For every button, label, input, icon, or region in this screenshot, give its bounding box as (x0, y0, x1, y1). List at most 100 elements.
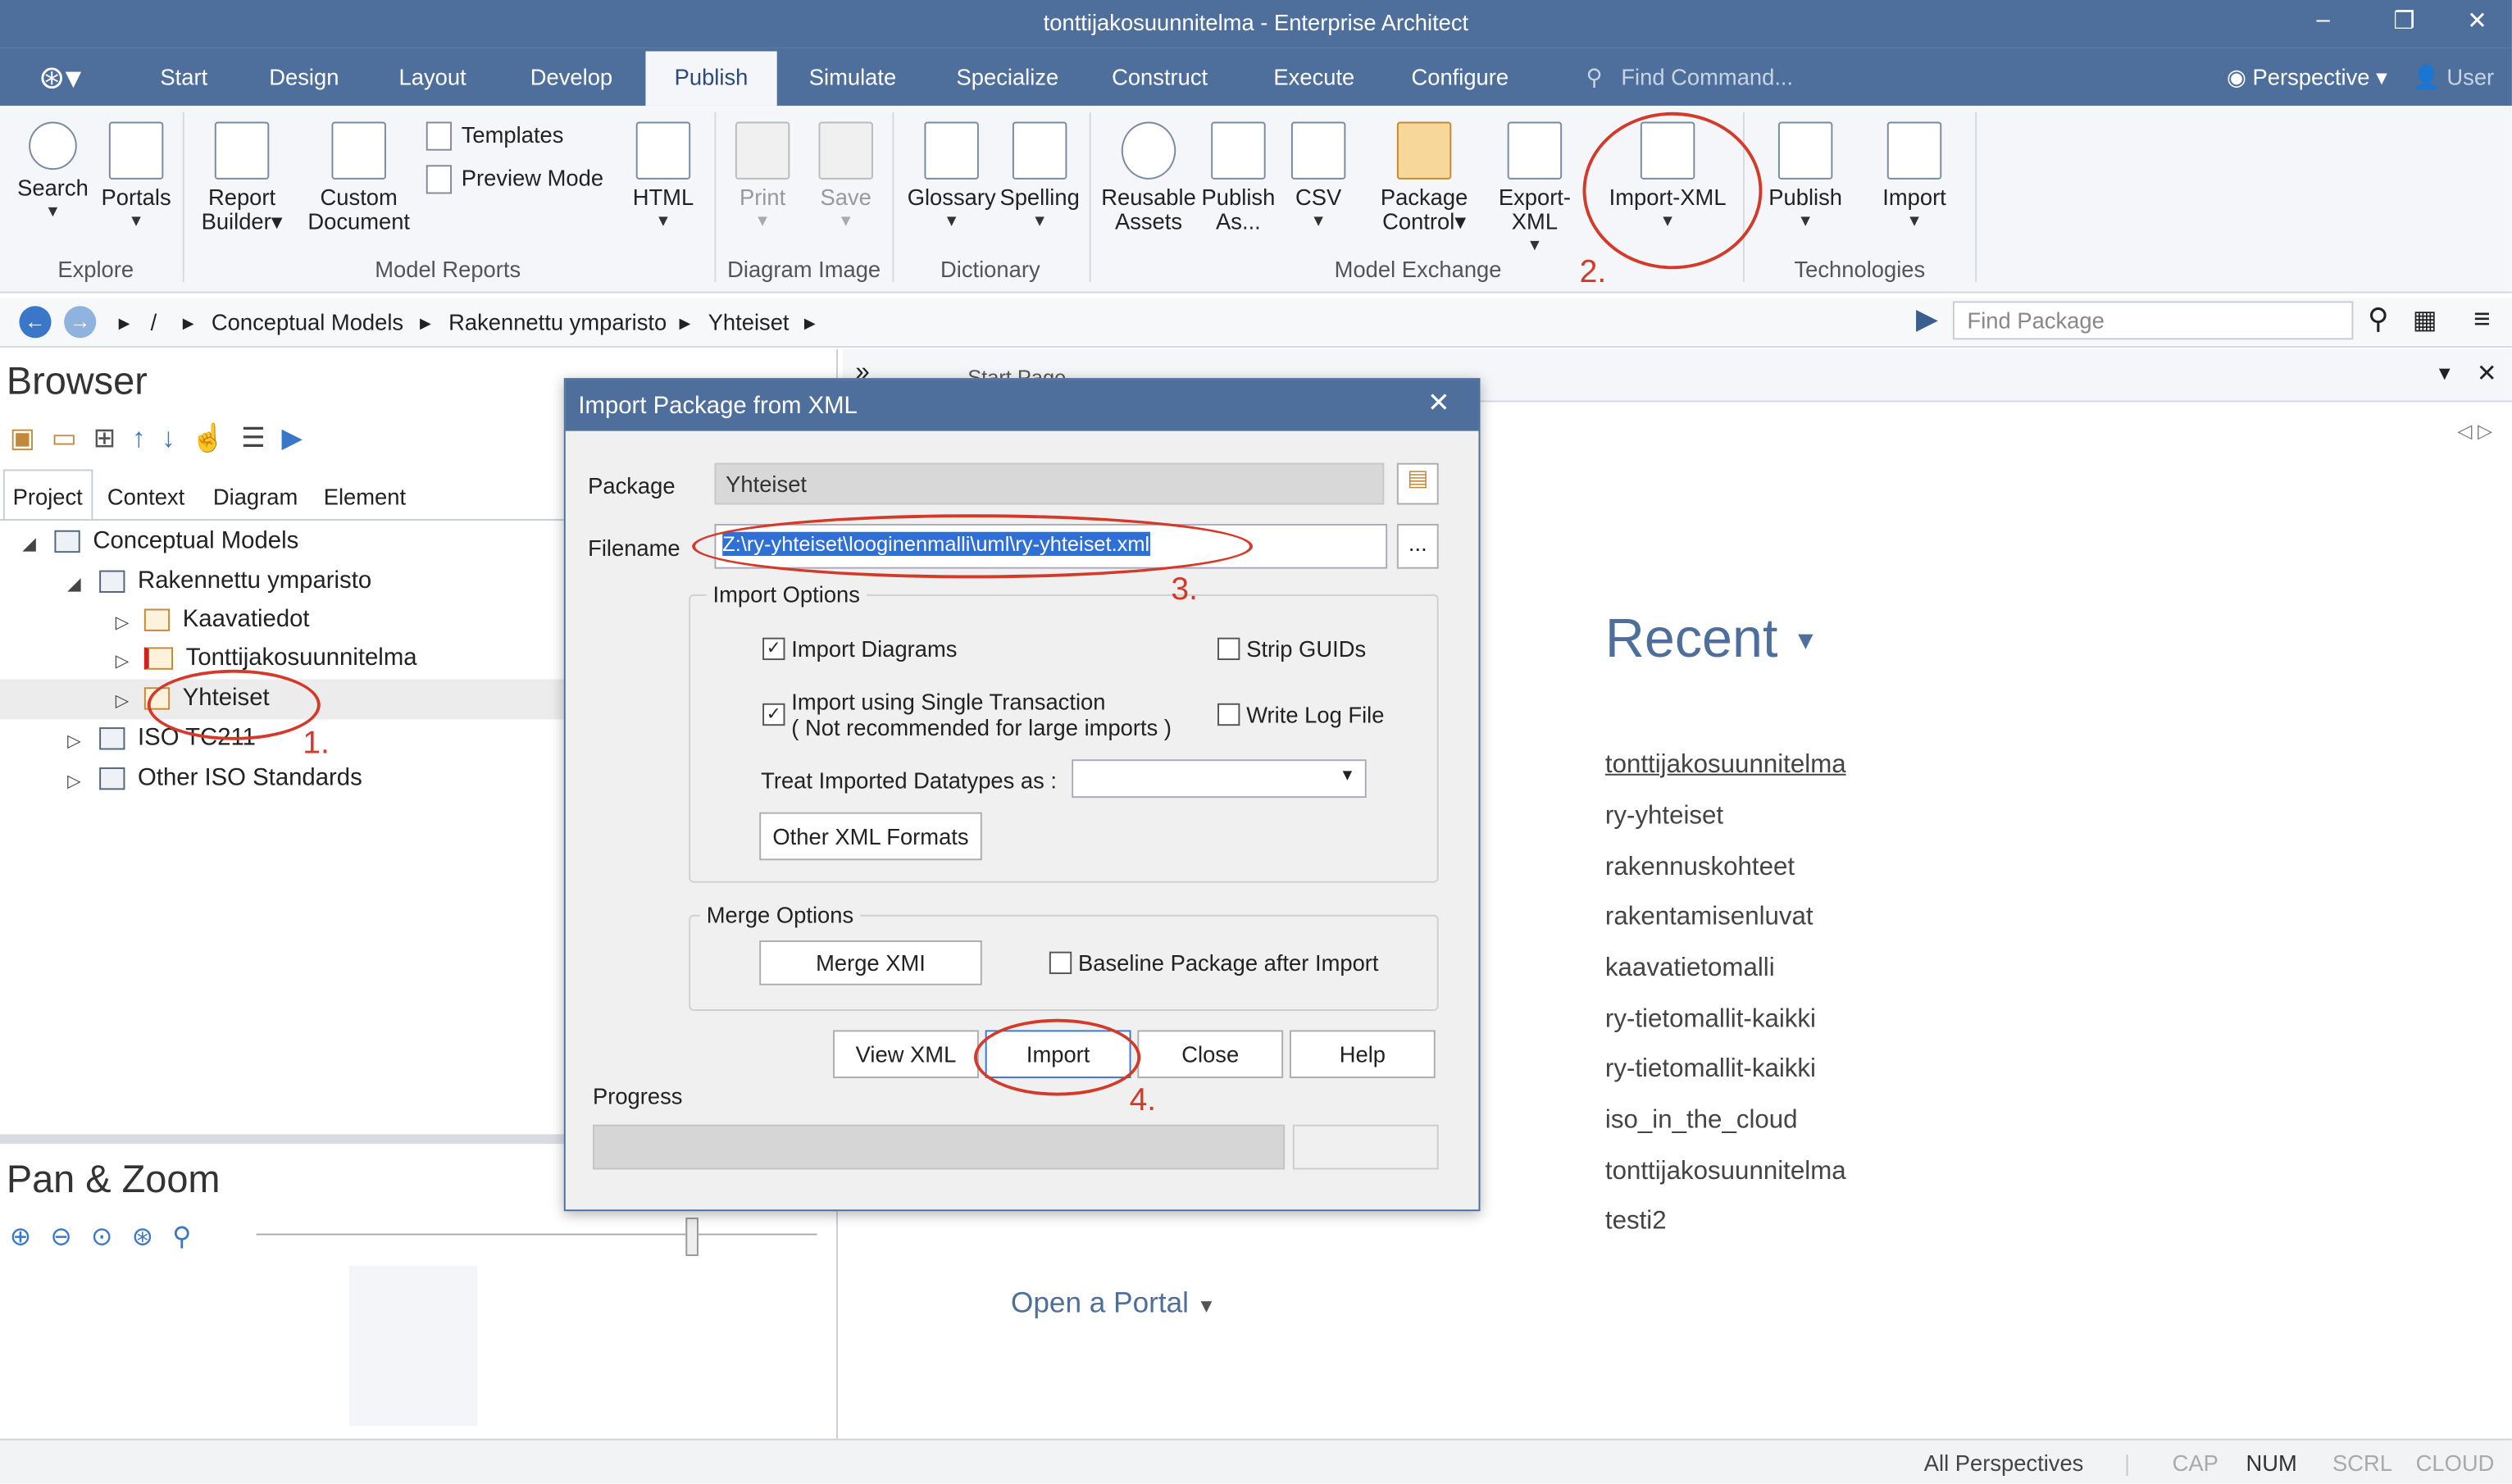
print-button[interactable]: Print ▼ (730, 121, 794, 234)
back-icon[interactable]: ← (19, 306, 52, 339)
report-builder-button[interactable]: Report Builder▾ (195, 121, 288, 234)
breadcrumb-root[interactable]: / (151, 309, 157, 335)
tree-node-conceptual-models[interactable]: Conceptual Models (54, 527, 298, 554)
expand-icon[interactable]: ▷ (67, 771, 81, 791)
tab-simulate[interactable]: Simulate (809, 64, 896, 89)
save-image-button[interactable]: Save ▼ (814, 121, 878, 234)
reusable-assets-button[interactable]: Reusable Assets (1099, 121, 1198, 234)
expand-icon[interactable]: ▷ (67, 731, 81, 751)
publish-tech-button[interactable]: Publish ▼ (1762, 121, 1849, 234)
strip-guids-checkbox[interactable] (1217, 637, 1240, 661)
zoom-out-icon[interactable]: ⊖ (50, 1224, 91, 1251)
tree-view-icon[interactable]: ▦ (2413, 304, 2437, 336)
collapse-icon[interactable]: ◢ (67, 574, 81, 594)
new-diagram-icon[interactable]: ⊞ (93, 423, 132, 453)
breadcrumb-conceptual-models[interactable]: Conceptual Models (212, 309, 403, 335)
close-window-button[interactable]: ✕ (2467, 7, 2487, 35)
browse-button[interactable]: ... (1396, 523, 1439, 569)
tree-node-kaavatiedot[interactable]: Kaavatiedot (143, 606, 310, 633)
glossary-button[interactable]: Glossary ▼ (907, 121, 996, 234)
tab-specialize[interactable]: Specialize (957, 64, 1059, 89)
tab-element[interactable]: Element (324, 484, 406, 509)
expand-icon[interactable]: ▷ (116, 690, 130, 711)
pan-preview[interactable] (348, 1265, 478, 1427)
search-button[interactable]: Search ▼ (16, 121, 90, 225)
tab-configure[interactable]: Configure (1411, 64, 1509, 89)
templates-button[interactable]: Templates (425, 122, 563, 152)
forward-icon[interactable]: → (64, 306, 97, 339)
tab-project[interactable]: Project (13, 484, 83, 509)
html-button[interactable]: HTML ▼ (628, 121, 699, 234)
write-log-checkbox[interactable] (1217, 703, 1240, 726)
tree-node-rakennettu-ymparisto[interactable]: Rakennettu ymparisto (99, 567, 371, 594)
open-portal-link[interactable]: Open a Portal ▼ (1011, 1286, 1216, 1320)
tab-diagram[interactable]: Diagram (213, 484, 298, 509)
open-folder-icon[interactable]: ▤ (1396, 462, 1439, 505)
baseline-checkbox[interactable] (1049, 951, 1072, 975)
search-icon[interactable]: ⚲ (2368, 303, 2389, 336)
tab-layout[interactable]: Layout (399, 64, 466, 89)
recent-item[interactable]: tonttijakosuunnitelma (1605, 1159, 1846, 1187)
move-up-icon[interactable]: ↑ (132, 423, 162, 453)
recent-heading[interactable]: Recent ▼ (1605, 609, 1818, 671)
app-menu-icon[interactable]: ⊛▾ (39, 57, 81, 98)
restore-button[interactable]: ❐ (2393, 7, 2414, 35)
tab-design[interactable]: Design (269, 64, 339, 89)
export-xml-button[interactable]: Export-XML ▼ (1477, 121, 1593, 258)
recent-item[interactable]: rakennuskohteet (1605, 854, 1795, 882)
close-button[interactable]: Close (1137, 1030, 1284, 1079)
menu-icon[interactable]: ≡ (2473, 303, 2491, 336)
pointer-icon[interactable]: ☝ (191, 423, 241, 453)
recent-item[interactable]: iso_in_the_cloud (1605, 1107, 1798, 1136)
zoom-in-icon[interactable]: ⊕ (10, 1224, 51, 1251)
new-package-icon[interactable]: ▣ (10, 423, 52, 453)
tab-construct[interactable]: Construct (1112, 64, 1208, 89)
recent-item[interactable]: ry-tietomallit-kaikki (1605, 1006, 1816, 1035)
dialog-close-icon[interactable]: ✕ (1427, 388, 1450, 420)
tree-node-tonttijakosuunnitelma[interactable]: Tonttijakosuunnitelma (143, 644, 417, 671)
tab-publish[interactable]: Publish (645, 51, 777, 106)
publish-as-button[interactable]: Publish As... (1199, 121, 1279, 234)
csv-button[interactable]: CSV ▼ (1288, 121, 1349, 234)
portals-button[interactable]: Portals ▼ (99, 121, 173, 234)
tab-context[interactable]: Context (107, 484, 184, 509)
play-icon[interactable]: ▶ (1916, 303, 1938, 336)
zoom-slider-thumb[interactable] (685, 1218, 699, 1256)
tree-node-other-iso[interactable]: Other ISO Standards (99, 764, 362, 791)
move-down-icon[interactable]: ↓ (162, 423, 191, 453)
close-icon[interactable]: ✕ (2477, 359, 2497, 388)
tab-execute[interactable]: Execute (1273, 64, 1354, 89)
preview-mode-button[interactable]: Preview Mode (425, 165, 603, 195)
custom-document-button[interactable]: Custom Document (307, 121, 410, 234)
zoom-page-icon[interactable]: ⊛ (132, 1224, 173, 1251)
spelling-button[interactable]: Spelling ▼ (999, 121, 1080, 234)
minimize-button[interactable]: – (2316, 7, 2329, 34)
play-icon[interactable]: ▶ (282, 423, 319, 453)
import-tech-button[interactable]: Import ▼ (1871, 121, 1958, 234)
view-xml-button[interactable]: View XML (833, 1030, 979, 1079)
package-control-button[interactable]: Package Control▾ (1377, 121, 1470, 234)
zoom-fit-icon[interactable]: ⊙ (91, 1224, 132, 1251)
merge-xmi-button[interactable]: Merge XMI (759, 940, 982, 986)
zoom-slider-track[interactable] (256, 1233, 817, 1236)
find-package-input[interactable]: Find Package (1952, 301, 2354, 340)
perspective-button[interactable]: ◉ Perspective ▾ (2227, 64, 2387, 91)
recent-item[interactable]: kaavatietomalli (1605, 955, 1775, 984)
tab-dropdown-icon[interactable]: ▼ (2435, 362, 2454, 385)
breadcrumb-rakennettu-ymparisto[interactable]: Rakennettu ymparisto (448, 309, 667, 335)
user-button[interactable]: 👤 User (2413, 64, 2494, 91)
recent-item[interactable]: testi2 (1605, 1208, 1667, 1236)
recent-item[interactable]: ry-yhteiset (1605, 803, 1723, 831)
zoom-reset-icon[interactable]: ⚲ (172, 1224, 210, 1251)
expand-icon[interactable]: ▷ (116, 650, 130, 671)
scroll-left-icon[interactable]: ◁ ▷ (2457, 420, 2492, 442)
all-perspectives-status[interactable]: All Perspectives (1924, 1450, 2084, 1475)
collapse-icon[interactable]: ◢ (22, 534, 36, 554)
single-transaction-checkbox[interactable]: ✓ (762, 703, 785, 726)
recent-item[interactable]: ry-tietomallit-kaikki (1605, 1056, 1816, 1085)
list-menu-icon[interactable]: ☰ (241, 423, 281, 453)
recent-item[interactable]: rakentamisenluvat (1605, 904, 1813, 932)
folder-icon[interactable]: ▭ (52, 423, 93, 453)
breadcrumb-yhteiset[interactable]: Yhteiset (708, 309, 790, 335)
datatypes-select[interactable]: ▼ (1072, 759, 1367, 799)
